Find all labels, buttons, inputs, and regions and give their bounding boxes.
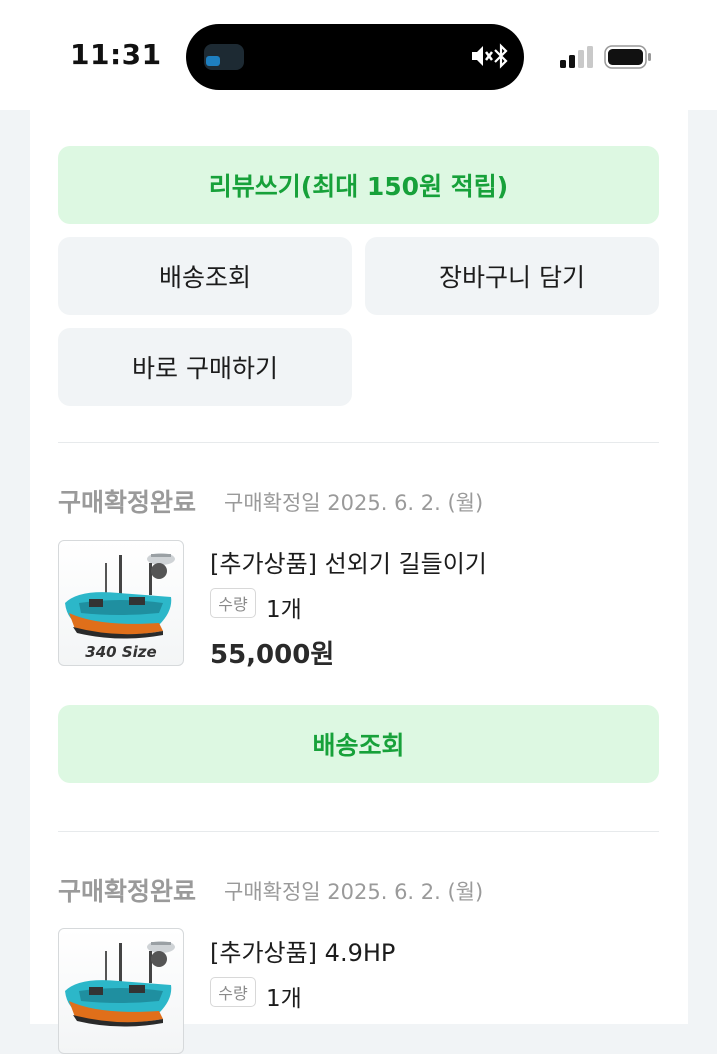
battery-icon [604,45,651,69]
product-thumbnail[interactable]: 340 Size [58,540,184,666]
clock: 11:31 [70,38,162,71]
track-delivery-button[interactable]: 배송조회 [58,705,659,783]
quantity-badge: 수량 [210,977,256,1007]
buy-now-button[interactable]: 바로 구매하기 [58,328,352,406]
divider [58,442,659,443]
camera-activity-icon [204,44,244,70]
write-review-button[interactable]: 리뷰쓰기(최대 150원 적립) [58,146,659,224]
bluetooth-icon [494,43,508,69]
order-status: 구매확정완료 [58,488,197,517]
dynamic-island [186,24,524,90]
status-bar: 11:31 [0,0,717,110]
product-name[interactable]: [추가상품] 선외기 길들이기 [210,544,487,579]
quantity-value: 1개 [266,986,302,1012]
quantity-badge: 수량 [210,588,256,618]
confirm-date: 구매확정일 2025. 6. 2. (월) [224,880,484,904]
add-to-cart-button[interactable]: 장바구니 담기 [365,237,659,315]
order-status: 구매확정완료 [58,877,197,906]
divider [58,831,659,832]
thumbnail-caption: 340 Size [85,643,157,661]
product-price: 55,000원 [210,640,335,670]
cellular-signal-icon [560,46,593,68]
order-card: 리뷰쓰기(최대 150원 적립) 배송조회 장바구니 담기 바로 구매하기 구매… [30,110,688,1054]
confirm-date: 구매확정일 2025. 6. 2. (월) [224,491,484,515]
product-thumbnail[interactable] [58,928,184,1054]
boat-image-icon [65,941,175,1027]
track-delivery-button[interactable]: 배송조회 [58,237,352,315]
product-name[interactable]: [추가상품] 4.9HP [210,933,395,968]
mute-icon [472,46,493,66]
quantity-value: 1개 [266,597,302,623]
